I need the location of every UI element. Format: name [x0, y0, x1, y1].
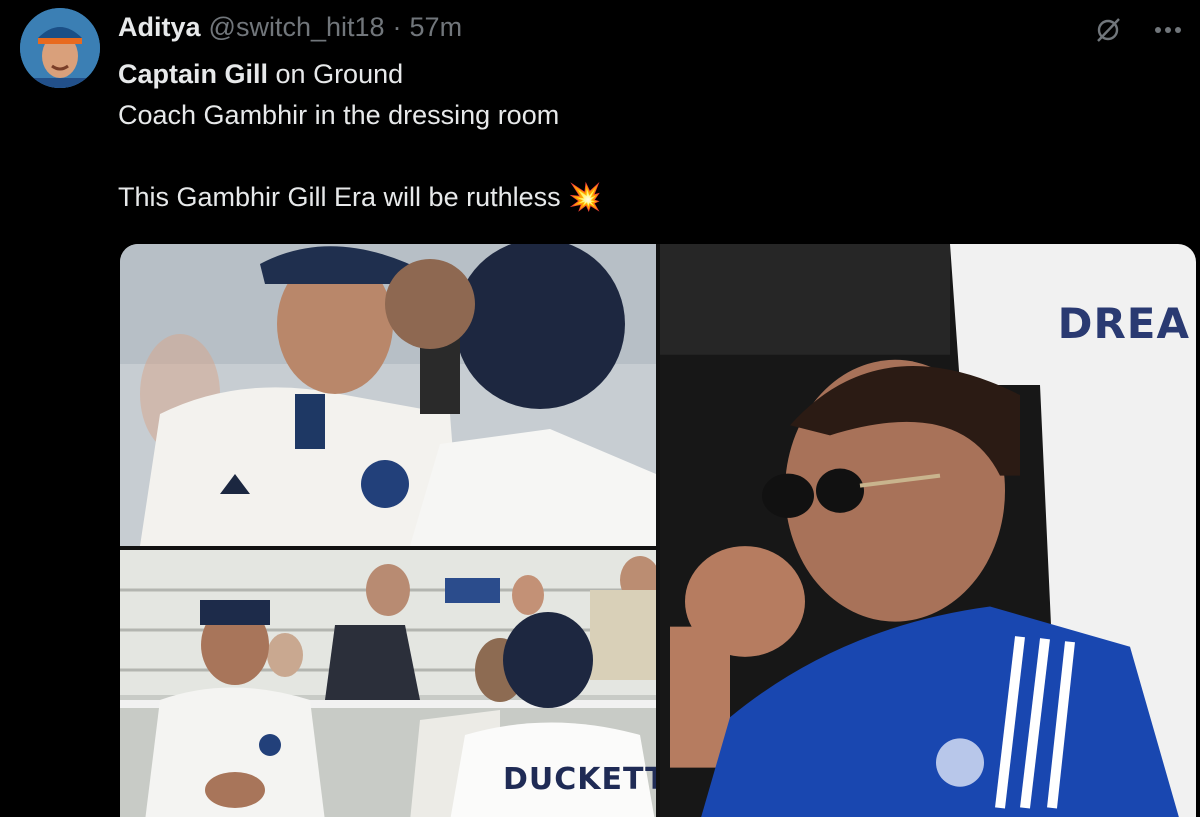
- line-spacer: [118, 136, 602, 177]
- display-name[interactable]: Aditya: [118, 12, 201, 43]
- photo-gill-closeup-image: [120, 244, 656, 546]
- tweet-line-3: This Gambhir Gill Era will be ruthless 💥: [118, 177, 602, 218]
- timestamp[interactable]: 57m: [410, 12, 463, 43]
- user-handle[interactable]: @switch_hit18: [209, 12, 385, 43]
- photo-gill-closeup[interactable]: [120, 244, 656, 546]
- collision-emoji-icon: 💥: [568, 182, 602, 212]
- tweet: Aditya @switch_hit18 · 57m Captain Gill …: [0, 0, 1200, 817]
- separator-dot: ·: [392, 11, 402, 42]
- avatar-image: [20, 8, 100, 88]
- avatar[interactable]: [20, 8, 100, 88]
- jersey-text-duckett: DUCKETT: [503, 762, 656, 797]
- tweet-text-rest: on Ground: [268, 59, 404, 89]
- tweet-text: Captain Gill on Ground Coach Gambhir in …: [118, 54, 602, 218]
- tweet-line-2: Coach Gambhir in the dressing room: [118, 100, 560, 130]
- tweet-bold-text: Captain Gill: [118, 59, 269, 89]
- tweet-header: Aditya @switch_hit18 · 57m: [118, 10, 462, 44]
- tweet-line-3-text: This Gambhir Gill Era will be ruthless: [118, 182, 561, 212]
- jersey-text-dream: DREA: [1057, 299, 1190, 348]
- grok-icon[interactable]: [1090, 12, 1126, 48]
- photo-gambhir-dressing-room[interactable]: DREA: [660, 244, 1196, 817]
- tweet-actions-top: [1090, 12, 1186, 48]
- more-icon[interactable]: [1150, 12, 1186, 48]
- photo-gill-field[interactable]: DUCKETT: [120, 550, 656, 817]
- media-gallery[interactable]: DREA DUCKETT: [120, 244, 1196, 817]
- tweet-line-1: Captain Gill on Ground: [118, 54, 602, 95]
